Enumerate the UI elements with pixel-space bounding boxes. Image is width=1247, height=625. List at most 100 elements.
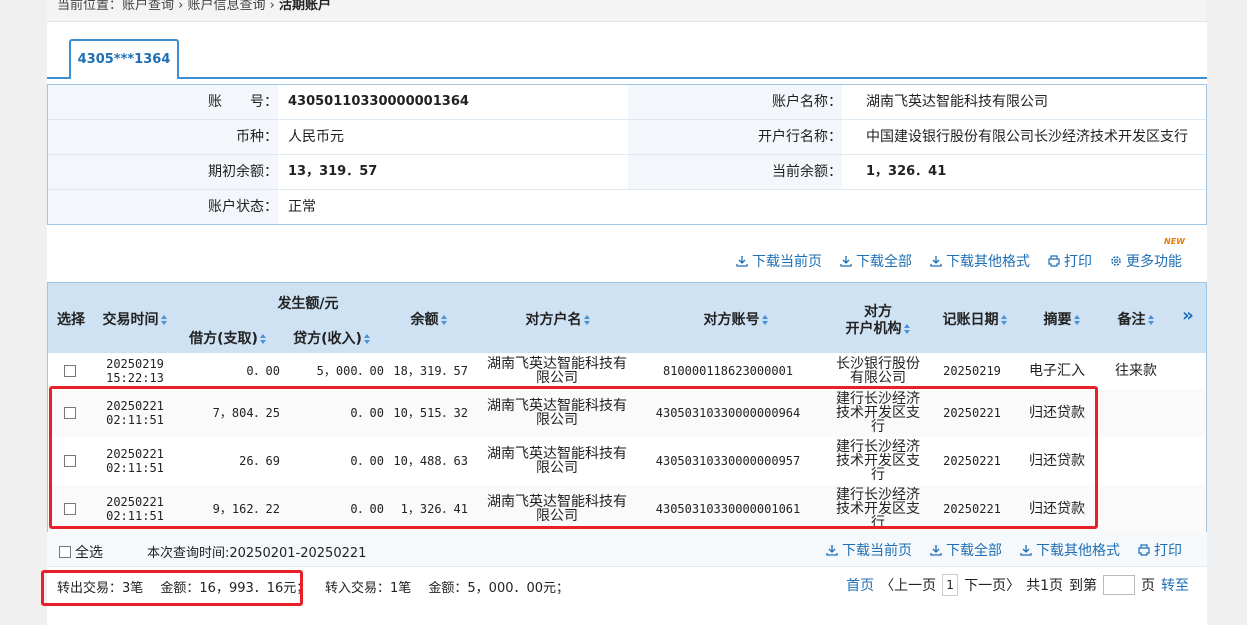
- col-summary[interactable]: 摘要: [1040, 309, 1084, 329]
- col-debit[interactable]: 借方(支取): [188, 328, 268, 348]
- row-credit-text: 0．00: [350, 502, 384, 516]
- row-debit: 9，162．22: [186, 485, 280, 533]
- print-button[interactable]: 打印: [1048, 251, 1092, 271]
- row-cp-acct: 810000118623000001: [648, 353, 808, 389]
- next-page-link[interactable]: 下一页〉: [964, 575, 1020, 595]
- row-time: 20250221 02:11:51: [96, 485, 174, 533]
- table-row: 20250221 02:11:51 26．69 0．00 10，488．63 湖南飞英达智…: [48, 437, 1206, 485]
- row-cp-name-text: 湖南飞英达智能科技有限公司: [487, 356, 627, 386]
- col-time[interactable]: 交易时间: [100, 309, 170, 329]
- download-icon: [826, 545, 838, 556]
- row-credit-text: 0．00: [350, 406, 384, 420]
- download-other-button[interactable]: 下载其他格式: [930, 251, 1030, 271]
- row-balance-text: 10，488．63: [393, 454, 468, 468]
- account-status-value: 正常: [288, 199, 316, 215]
- row-remark-text: 往来款: [1115, 363, 1157, 379]
- row-date: 20250221: [932, 389, 1012, 437]
- row-summary-text: 电子汇入: [1029, 363, 1085, 379]
- col-date[interactable]: 记账日期: [940, 309, 1010, 329]
- row-balance: 18，319．57: [388, 353, 468, 389]
- gear-icon: [1111, 256, 1121, 266]
- row-checkbox[interactable]: [56, 353, 84, 389]
- col-cp-acct[interactable]: 对方账号: [696, 309, 776, 329]
- prev-page-link[interactable]: 〈上一页: [880, 575, 936, 595]
- row-checkbox[interactable]: [56, 485, 84, 533]
- download-other-button-bottom[interactable]: 下载其他格式: [1020, 540, 1120, 560]
- row-balance-text: 1，326．41: [400, 502, 468, 516]
- download-page-label: 下载当前页: [842, 543, 912, 559]
- sort-icon: [160, 315, 167, 325]
- select-all-checkbox[interactable]: 全选: [59, 542, 103, 562]
- account-name-value: 湖南飞英达智能科技有限公司: [866, 94, 1048, 110]
- summary-bar: 转出交易：3笔 金额：16，993．16元； 转入交易：1笔 金额：5，000．…: [47, 567, 1207, 603]
- row-date-part: 20250221: [106, 447, 164, 461]
- row-checkbox[interactable]: [56, 389, 84, 437]
- col-cp-acct-label: 对方账号: [703, 312, 760, 328]
- col-balance-label: 余额: [410, 312, 439, 328]
- col-cp-name[interactable]: 对方户名: [518, 309, 598, 329]
- row-balance: 1，326．41: [388, 485, 468, 533]
- row-time: 20250219 15:22:13: [96, 353, 174, 389]
- col-cp-org[interactable]: 开户机构: [838, 318, 918, 338]
- col-cp-name-label: 对方户名: [525, 312, 582, 328]
- download-page-button[interactable]: 下载当前页: [736, 251, 822, 271]
- breadcrumb: 当前位置：账户查询 › 账户信息查询 › 活期账户: [47, 0, 1207, 22]
- col-credit[interactable]: 贷方(收入): [292, 328, 372, 348]
- download-icon: [930, 256, 942, 267]
- download-all-button-bottom[interactable]: 下载全部: [930, 540, 1002, 560]
- pagination: 首页 〈上一页 1 下一页〉 共1页 到第 页 转至: [846, 574, 1189, 596]
- go-button[interactable]: 转至: [1161, 575, 1189, 595]
- checkbox-icon[interactable]: [64, 503, 76, 515]
- sort-icon: [440, 315, 447, 325]
- breadcrumb-item-info[interactable]: 账户信息查询: [188, 0, 266, 13]
- row-cp-name: 湖南飞英达智能科技有限公司: [482, 353, 632, 389]
- row-cp-org-text: 长沙银行股份有限公司: [836, 356, 920, 386]
- page-number-input[interactable]: [1103, 575, 1135, 595]
- first-page-link[interactable]: 首页: [846, 575, 874, 595]
- checkbox-icon[interactable]: [64, 407, 76, 419]
- info-row: 期初余额： 13，319．57 当前余额： 1，326．41: [48, 155, 1206, 190]
- col-select: 选择: [57, 312, 85, 328]
- row-remark: [1106, 485, 1166, 533]
- col-remark[interactable]: 备注: [1114, 309, 1158, 329]
- row-cp-org: 建行长沙经济技术开发区支行: [832, 389, 924, 437]
- table-footer: 全选 本次查询时间:20250201-20250221 下载当前页 下载全部 下…: [47, 533, 1207, 567]
- tab-account[interactable]: 4305***1364: [69, 39, 179, 79]
- more-columns-chevron-icon[interactable]: »: [1176, 305, 1200, 326]
- main-page: 当前位置：账户查询 › 账户信息查询 › 活期账户 4305***1364 账 …: [41, 0, 1207, 625]
- sort-icon: [583, 315, 590, 325]
- row-credit: 0．00: [288, 485, 384, 533]
- row-cp-org: 长沙银行股份有限公司: [832, 353, 924, 389]
- bank-name-value: 中国建设银行股份有限公司长沙经济技术开发区支行: [866, 129, 1188, 145]
- row-checkbox[interactable]: [56, 437, 84, 485]
- row-date-part: 20250221: [106, 495, 164, 509]
- row-cp-acct: 43050310330000001061: [648, 485, 808, 533]
- row-cp-org: 建行长沙经济技术开发区支行: [832, 485, 924, 533]
- checkbox-icon[interactable]: [64, 455, 76, 467]
- download-icon: [930, 545, 942, 556]
- print-label: 打印: [1154, 543, 1182, 559]
- breadcrumb-item-query[interactable]: 账户查询: [122, 0, 174, 13]
- row-cp-acct-text: 810000118623000001: [662, 364, 794, 378]
- col-debit-label: 借方(支取): [189, 331, 258, 347]
- checkbox-icon[interactable]: [64, 365, 76, 377]
- row-cp-name-text: 湖南飞英达智能科技有限公司: [487, 398, 627, 428]
- row-debit: 0．00: [186, 353, 280, 389]
- row-cp-acct: 43050310330000000957: [648, 437, 808, 485]
- col-balance[interactable]: 余额: [404, 309, 454, 329]
- row-date-text: 20250221: [943, 502, 1001, 516]
- row-credit: 0．00: [288, 437, 384, 485]
- row-balance-text: 18，319．57: [393, 364, 468, 378]
- row-summary: 归还贷款: [1024, 389, 1090, 437]
- row-time: 20250221 02:11:51: [96, 437, 174, 485]
- opening-balance-value: 13，319．57: [288, 164, 378, 179]
- download-all-button[interactable]: 下载全部: [840, 251, 912, 271]
- row-time-part: 02:11:51: [106, 509, 164, 523]
- print-button-bottom[interactable]: 打印: [1138, 540, 1182, 560]
- more-functions-button[interactable]: 更多功能: [1110, 251, 1182, 271]
- current-page[interactable]: 1: [942, 574, 959, 596]
- download-other-label: 下载其他格式: [1036, 543, 1120, 559]
- download-page-button-bottom[interactable]: 下载当前页: [826, 540, 912, 560]
- account-status-label: 账户状态：: [48, 190, 278, 224]
- page-unit: 页: [1141, 578, 1155, 594]
